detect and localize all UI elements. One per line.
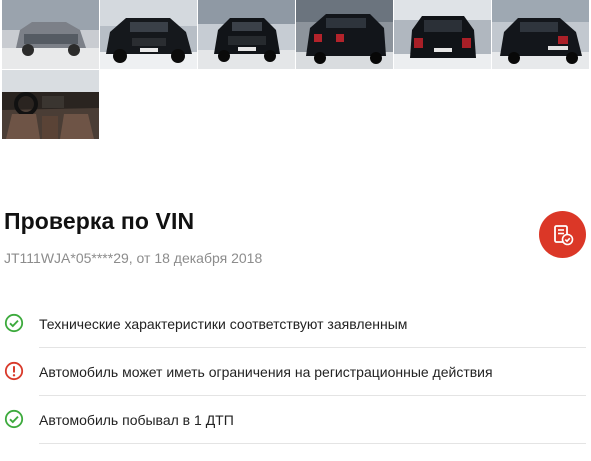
check-item-restrictions: Автомобиль может иметь ограничения на ре…	[0, 348, 588, 396]
photo-thumb-7[interactable]	[2, 70, 99, 139]
photo-thumb-2[interactable]	[100, 0, 197, 69]
warning-circle-icon	[4, 361, 24, 381]
photo-thumb-6[interactable]	[492, 0, 589, 69]
check-item-label: Автомобиль побывал в 1 ДТП	[39, 412, 234, 428]
vin-check-subtitle: JT111WJA*05****29, от 18 декабря 2018	[4, 250, 263, 266]
check-item-label: Автомобиль может иметь ограничения на ре…	[39, 364, 493, 380]
check-circle-icon	[4, 313, 24, 333]
photo-thumb-1[interactable]	[2, 0, 99, 69]
report-check-icon	[553, 224, 573, 245]
check-circle-icon	[4, 409, 24, 429]
car-rear-photo	[394, 0, 491, 69]
car-interior-photo	[2, 70, 99, 139]
car-rear-photo	[296, 0, 393, 69]
car-front-photo	[100, 0, 197, 69]
check-item-accidents: Автомобиль побывал в 1 ДТП	[0, 396, 588, 444]
photo-thumb-5[interactable]	[394, 0, 491, 69]
report-button[interactable]	[539, 211, 586, 258]
photo-thumb-4[interactable]	[296, 0, 393, 69]
check-item-specs: Технические характеристики соответствуют…	[0, 300, 588, 348]
photo-thumb-3[interactable]	[198, 0, 295, 69]
car-rear-photo	[492, 0, 589, 69]
check-item-label: Технические характеристики соответствуют…	[39, 316, 408, 332]
divider	[39, 443, 586, 444]
vin-check-title: Проверка по VIN	[4, 208, 195, 234]
car-front-photo	[198, 0, 295, 69]
car-front-photo	[2, 0, 99, 69]
